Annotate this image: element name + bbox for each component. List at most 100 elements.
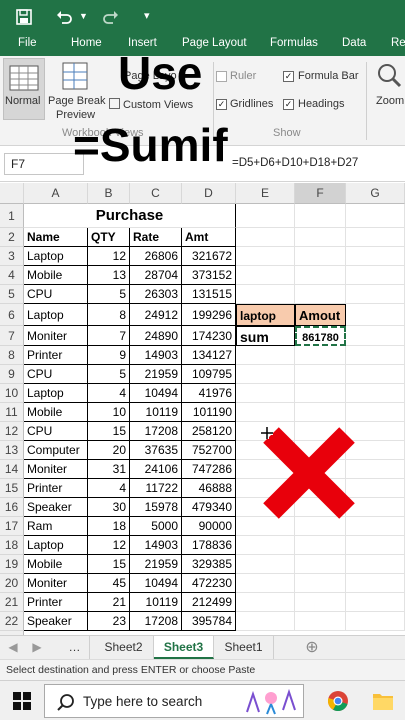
- table-cell-rate[interactable]: 10119: [130, 403, 182, 422]
- empty-cell[interactable]: [236, 612, 295, 631]
- table-cell-amt[interactable]: 472230: [182, 574, 236, 593]
- table-cell-qty[interactable]: 4: [88, 384, 130, 403]
- table-cell-rate[interactable]: 11722: [130, 479, 182, 498]
- empty-cell[interactable]: [346, 247, 405, 266]
- table-cell-amt[interactable]: 101190: [182, 403, 236, 422]
- table-cell-amt[interactable]: 90000: [182, 517, 236, 536]
- table-cell-rate[interactable]: 26806: [130, 247, 182, 266]
- table-cell-name[interactable]: Mobile: [24, 266, 88, 285]
- empty-cell[interactable]: [346, 384, 405, 403]
- empty-cell[interactable]: [236, 365, 295, 384]
- column-header-d[interactable]: D: [182, 183, 236, 204]
- row-header[interactable]: 3: [0, 247, 24, 266]
- table-cell-rate[interactable]: 28704: [130, 266, 182, 285]
- empty-cell[interactable]: [346, 536, 405, 555]
- table-cell-rate[interactable]: 15978: [130, 498, 182, 517]
- column-header-e[interactable]: E: [236, 183, 295, 204]
- new-sheet-button[interactable]: ⊕: [300, 636, 324, 659]
- name-box[interactable]: F7: [4, 153, 84, 175]
- table-cell-qty[interactable]: 12: [88, 247, 130, 266]
- table-cell-rate[interactable]: 14903: [130, 536, 182, 555]
- row-header[interactable]: 21: [0, 593, 24, 612]
- page-break-preview-icon[interactable]: [62, 62, 88, 90]
- sheet-scroll-left-icon[interactable]: ◀: [2, 636, 24, 659]
- table-cell-amt[interactable]: 212499: [182, 593, 236, 612]
- table-cell-qty[interactable]: 15: [88, 422, 130, 441]
- row-header[interactable]: 5: [0, 285, 24, 304]
- sheet-tab-sheet3[interactable]: Sheet3: [154, 636, 214, 659]
- empty-cell[interactable]: [236, 285, 295, 304]
- criteria-header-cell[interactable]: laptop: [236, 304, 295, 326]
- table-cell-amt[interactable]: 747286: [182, 460, 236, 479]
- tab-formulas[interactable]: Formulas: [270, 37, 318, 49]
- row-header[interactable]: 1: [0, 204, 24, 228]
- table-cell-rate[interactable]: 17208: [130, 612, 182, 631]
- table-cell-name[interactable]: Laptop: [24, 304, 88, 326]
- undo-dropdown-icon[interactable]: ▼: [79, 0, 88, 33]
- table-cell-amt[interactable]: 258120: [182, 422, 236, 441]
- empty-cell[interactable]: [236, 266, 295, 285]
- empty-cell[interactable]: [236, 384, 295, 403]
- empty-cell[interactable]: [346, 517, 405, 536]
- empty-cell[interactable]: [346, 365, 405, 384]
- table-cell-rate[interactable]: 10119: [130, 593, 182, 612]
- table-cell-amt[interactable]: 373152: [182, 266, 236, 285]
- row-header[interactable]: 14: [0, 460, 24, 479]
- table-cell-rate[interactable]: 14903: [130, 346, 182, 365]
- header-amt[interactable]: Amt: [182, 228, 236, 247]
- table-cell-name[interactable]: Moniter: [24, 326, 88, 346]
- row-header[interactable]: 13: [0, 441, 24, 460]
- purchase-title[interactable]: Purchase: [24, 204, 236, 228]
- empty-cell[interactable]: [346, 228, 405, 247]
- table-cell-qty[interactable]: 4: [88, 479, 130, 498]
- empty-cell[interactable]: [346, 304, 405, 326]
- empty-cell[interactable]: [295, 346, 346, 365]
- table-cell-name[interactable]: Moniter: [24, 574, 88, 593]
- empty-cell[interactable]: [295, 384, 346, 403]
- empty-cell[interactable]: [346, 326, 405, 346]
- empty-cell[interactable]: [295, 285, 346, 304]
- table-cell-rate[interactable]: 24912: [130, 304, 182, 326]
- row-header[interactable]: 20: [0, 574, 24, 593]
- row-header[interactable]: 2: [0, 228, 24, 247]
- empty-cell[interactable]: [236, 346, 295, 365]
- empty-cell[interactable]: [346, 204, 405, 228]
- table-cell-qty[interactable]: 31: [88, 460, 130, 479]
- customize-qat-icon[interactable]: ▾: [144, 0, 150, 33]
- empty-cell[interactable]: [236, 204, 295, 228]
- table-cell-amt[interactable]: 134127: [182, 346, 236, 365]
- table-cell-qty[interactable]: 7: [88, 326, 130, 346]
- header-rate[interactable]: Rate: [130, 228, 182, 247]
- tab-file[interactable]: File: [18, 37, 37, 49]
- row-header[interactable]: 11: [0, 403, 24, 422]
- sheet-scroll-right-icon[interactable]: ▶: [26, 636, 48, 659]
- save-icon[interactable]: [16, 0, 32, 37]
- tab-data[interactable]: Data: [342, 37, 366, 49]
- empty-cell[interactable]: [236, 593, 295, 612]
- chrome-icon[interactable]: [327, 690, 349, 712]
- file-explorer-icon[interactable]: [372, 691, 394, 711]
- empty-cell[interactable]: [295, 247, 346, 266]
- empty-cell[interactable]: [295, 555, 346, 574]
- row-header[interactable]: 6: [0, 304, 24, 326]
- empty-cell[interactable]: [346, 346, 405, 365]
- table-cell-rate[interactable]: 26303: [130, 285, 182, 304]
- table-cell-name[interactable]: CPU: [24, 365, 88, 384]
- table-cell-rate[interactable]: 37635: [130, 441, 182, 460]
- empty-cell[interactable]: [346, 266, 405, 285]
- row-header[interactable]: 17: [0, 517, 24, 536]
- table-cell-amt[interactable]: 46888: [182, 479, 236, 498]
- taskbar-search-box[interactable]: Type here to search: [44, 684, 304, 718]
- table-cell-rate[interactable]: 21959: [130, 555, 182, 574]
- sheet-tab-sheet2[interactable]: Sheet2: [94, 636, 154, 659]
- table-cell-amt[interactable]: 752700: [182, 441, 236, 460]
- empty-cell[interactable]: [236, 536, 295, 555]
- formula-input[interactable]: =D5+D6+D10+D18+D27: [232, 157, 358, 169]
- table-cell-name[interactable]: Laptop: [24, 536, 88, 555]
- empty-cell[interactable]: [236, 517, 295, 536]
- tab-home[interactable]: Home: [71, 37, 102, 49]
- ruler-checkbox[interactable]: [216, 71, 227, 82]
- table-cell-rate[interactable]: 21959: [130, 365, 182, 384]
- empty-cell[interactable]: [295, 266, 346, 285]
- column-header-a[interactable]: A: [24, 183, 88, 204]
